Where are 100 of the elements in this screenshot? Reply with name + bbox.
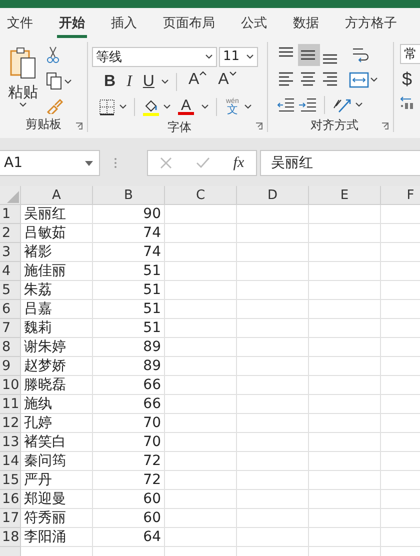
italic-button[interactable]: I	[122, 70, 136, 92]
group-label: 剪贴板	[26, 116, 62, 132]
formula-field[interactable]: 吴丽红	[260, 150, 420, 176]
caret-icon[interactable]	[355, 102, 363, 107]
column-header[interactable]: D	[237, 186, 309, 205]
dropdown-arrow-icon[interactable]	[85, 160, 93, 166]
table-cell-text: 64	[142, 528, 162, 547]
caret-icon[interactable]	[370, 77, 378, 82]
copy-icon[interactable]	[46, 72, 62, 90]
font-size-dropdown[interactable]: 11	[219, 46, 258, 66]
font-color-button[interactable]: A	[174, 96, 198, 118]
currency-button[interactable]: $	[400, 68, 420, 90]
caret-icon[interactable]	[244, 104, 252, 109]
table-cell-text: 51	[142, 262, 162, 281]
dialog-launcher-icon[interactable]	[255, 122, 263, 130]
dialog-launcher-icon[interactable]	[381, 122, 389, 130]
row-header[interactable]: 3	[0, 243, 21, 262]
table-cell-text: 滕晓磊	[23, 376, 67, 395]
caret-up-icon	[199, 70, 208, 76]
caret-icon[interactable]	[119, 104, 127, 109]
table-cell-text: 郑迎曼	[23, 490, 67, 509]
align-middle-icon[interactable]	[298, 44, 320, 66]
table-cell-text: 66	[142, 376, 162, 395]
paste-button[interactable]: 粘贴	[8, 80, 38, 102]
row-header[interactable]: 18	[0, 528, 21, 547]
caret-icon[interactable]	[19, 102, 27, 107]
row-header[interactable]: 2	[0, 224, 21, 243]
table-cell-text: 70	[142, 433, 162, 452]
table-cell-text: 李阳涌	[23, 528, 67, 547]
caret-icon[interactable]	[246, 54, 254, 59]
decrease-decimal-icon[interactable]	[400, 94, 414, 112]
fill-color-icon[interactable]	[142, 98, 160, 116]
ribbon-tab[interactable]: 公式	[239, 8, 269, 38]
row-header[interactable]: 8	[0, 338, 21, 357]
decrease-indent-icon[interactable]	[276, 96, 296, 114]
group-label: 对齐方式	[310, 117, 358, 133]
caret-icon[interactable]	[201, 104, 209, 109]
row-header[interactable]: 12	[0, 414, 21, 433]
insert-function-button[interactable]: fx	[233, 154, 244, 172]
row-header[interactable]: 10	[0, 376, 21, 395]
increase-font-size-button[interactable]: A	[184, 70, 212, 92]
table-cell-text: 89	[142, 338, 162, 357]
clipboard-icon[interactable]	[9, 46, 37, 80]
ribbon-tab[interactable]: 方方格子	[343, 8, 399, 38]
borders-icon[interactable]	[98, 98, 116, 116]
row-header[interactable]: 5	[0, 281, 21, 300]
table-cell-text: 施佳丽	[23, 262, 67, 281]
column-header[interactable]: F	[381, 186, 420, 205]
row-header[interactable]: 6	[0, 300, 21, 319]
row-header[interactable]: 16	[0, 490, 21, 509]
row-header[interactable]: 1	[0, 205, 21, 224]
row-header[interactable]: 4	[0, 262, 21, 281]
ribbon-tab[interactable]: 数据	[291, 8, 321, 38]
table-cell-text: 吕嘉	[23, 300, 53, 319]
column-header[interactable]: A	[21, 186, 93, 205]
ribbon-tab[interactable]: 文件	[5, 8, 35, 38]
scissors-icon[interactable]	[46, 46, 60, 64]
table-cell-text: 秦问筠	[23, 452, 67, 471]
group-label: 字体	[168, 119, 192, 135]
underline-button[interactable]: U	[138, 70, 158, 92]
column-header[interactable]: B	[93, 186, 165, 205]
caret-icon[interactable]	[163, 104, 171, 109]
ribbon-tab[interactable]: 插入	[109, 8, 139, 38]
name-box[interactable]: A1	[0, 150, 100, 176]
row-header[interactable]: 7	[0, 319, 21, 338]
caret-icon[interactable]	[205, 54, 213, 59]
table-cell-text: 72	[142, 452, 162, 471]
table-cell-text: 51	[142, 300, 162, 319]
row-header[interactable]: 14	[0, 452, 21, 471]
column-header[interactable]: C	[165, 186, 237, 205]
row-header[interactable]: 17	[0, 509, 21, 528]
table-cell-text: 74	[142, 243, 162, 262]
table-cell-text: 51	[142, 319, 162, 338]
caret-icon[interactable]	[64, 78, 72, 84]
table-cell-text: 褚笑白	[23, 433, 67, 452]
row-header[interactable]: 13	[0, 433, 21, 452]
column-header[interactable]: E	[309, 186, 381, 205]
table-cell-text: 60	[142, 509, 162, 528]
table-cell-text: 褚影	[23, 243, 53, 262]
table-cell-text: 严丹	[23, 471, 53, 490]
table-cell-text: 朱荔	[23, 281, 53, 300]
row-header[interactable]: 11	[0, 395, 21, 414]
table-cell-text: 魏莉	[23, 319, 53, 338]
caret-icon[interactable]	[161, 79, 170, 84]
bold-button[interactable]: B	[100, 70, 120, 92]
decrease-font-size-button[interactable]: A	[214, 70, 241, 92]
table-cell-text: 60	[142, 490, 162, 509]
table-cell-text: 70	[142, 414, 162, 433]
dialog-launcher-icon[interactable]	[75, 122, 83, 130]
ribbon-tab[interactable]: 页面布局	[161, 8, 217, 38]
caret-down-icon	[228, 70, 237, 76]
merge-center-icon[interactable]	[348, 70, 370, 88]
table-cell-text: 吕敏茹	[23, 224, 67, 243]
table-cell-text: 90	[142, 205, 162, 224]
number-format-dropdown[interactable]: 常	[400, 44, 420, 64]
font-name-dropdown[interactable]: 等线	[92, 46, 217, 66]
table-cell-text: 72	[142, 471, 162, 490]
increase-indent-icon[interactable]	[298, 96, 318, 114]
row-header[interactable]: 15	[0, 471, 21, 490]
row-header[interactable]: 9	[0, 357, 21, 376]
